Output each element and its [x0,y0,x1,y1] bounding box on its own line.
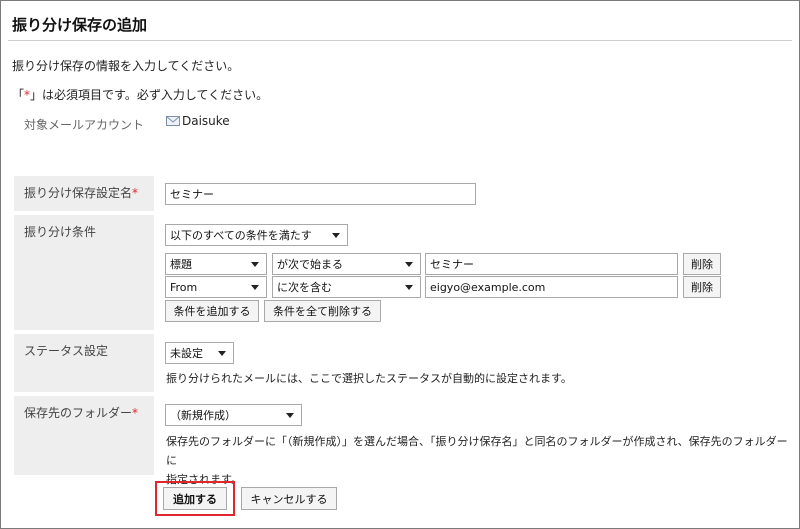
chevron-down-icon [405,284,413,290]
setting-name-label: 振り分け保存設定名* [14,176,154,211]
folder-label: 保存先のフォルダー* [14,396,154,475]
folder-value: （新規作成） [170,409,236,422]
condition-delete-button-2[interactable]: 削除 [683,276,721,298]
setting-name-label-text: 振り分け保存設定名 [24,186,133,200]
condition-operator-select-2[interactable]: に次を含む [272,276,421,298]
status-hint: 振り分けられたメールには、ここで選択したステータスが自動的に設定されます。 [166,372,572,385]
title-divider [8,40,792,41]
setting-name-input[interactable] [165,183,476,205]
condition-field-select-2[interactable]: From [165,276,267,298]
required-note-prefix: 「 [12,88,25,102]
conditions-label: 振り分け条件 [14,215,154,330]
chevron-down-icon [332,232,340,238]
delete-all-conditions-button[interactable]: 条件を全て削除する [264,300,381,322]
account-label: 対象メールアカウント [24,118,145,132]
required-note: 「*」は必須項目です。必ず入力してください。 [12,86,268,103]
required-note-suffix: 」は必須項目です。必ず入力してください。 [30,88,269,102]
match-mode-select[interactable]: 以下のすべての条件を満たす [165,224,348,246]
chevron-down-icon [218,350,226,356]
condition-operator-select-1[interactable]: が次で始まる [272,253,421,275]
add-condition-button[interactable]: 条件を追加する [165,300,259,322]
condition-delete-button-1[interactable]: 削除 [683,253,721,275]
status-value: 未設定 [170,347,203,360]
page-title: 振り分け保存の追加 [12,16,148,34]
account-value: Daisuke [166,114,230,128]
account-name: Daisuke [182,114,230,128]
chevron-down-icon [405,261,413,267]
instruction-text: 振り分け保存の情報を入力してください。 [12,59,240,73]
condition-operator-value-2: に次を含む [277,281,332,294]
folder-hint: 保存先のフォルダーに「（新規作成）」を選んだ場合、「振り分け保存名」と同名のフォ… [166,432,796,489]
setting-name-required-star: * [132,186,139,200]
mail-icon [166,116,180,126]
condition-field-select-1[interactable]: 標題 [165,253,267,275]
condition-operator-value-1: が次で始まる [277,258,343,271]
condition-field-value-2: From [170,280,198,294]
chevron-down-icon [251,261,259,267]
folder-hint-line-1: 保存先のフォルダーに「（新規作成）」を選んだ場合、「振り分け保存名」と同名のフォ… [166,435,788,467]
folder-label-text: 保存先のフォルダー [24,406,133,420]
status-label: ステータス設定 [14,334,154,392]
folder-required-star: * [132,406,139,420]
submit-button[interactable]: 追加する [163,487,227,510]
condition-field-value-1: 標題 [170,258,192,271]
cancel-button[interactable]: キャンセルする [241,487,337,510]
status-select[interactable]: 未設定 [165,342,234,364]
folder-select[interactable]: （新規作成） [165,404,302,426]
chevron-down-icon [286,412,294,418]
condition-value-input-2[interactable] [425,276,678,298]
match-mode-value: 以下のすべての条件を満たす [170,229,312,242]
chevron-down-icon [251,284,259,290]
condition-value-input-1[interactable] [425,253,678,275]
